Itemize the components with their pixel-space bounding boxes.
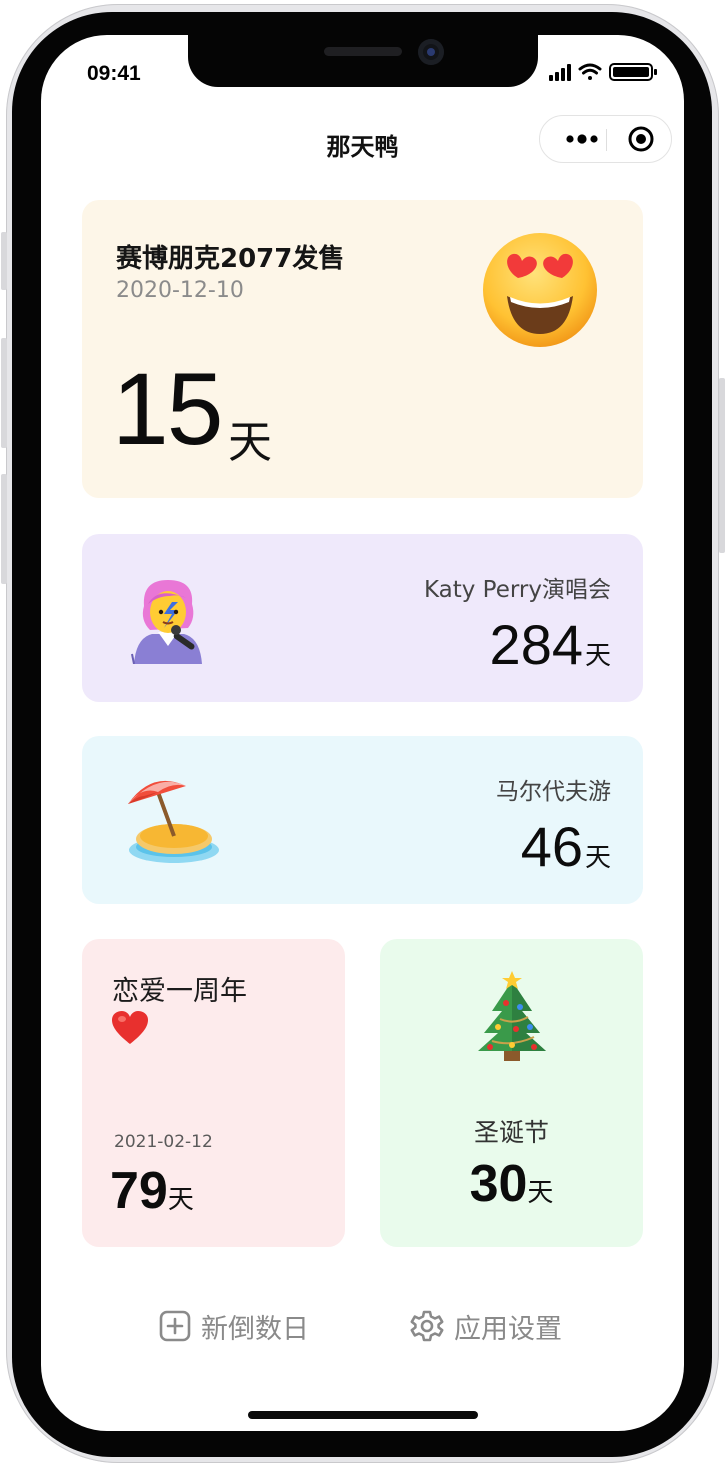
- phone-volume-up-button: [1, 338, 7, 448]
- capsule-divider: [606, 129, 607, 151]
- days-count-row: 79天: [110, 1161, 194, 1221]
- phone-power-button: [719, 378, 725, 553]
- countdown-card-christmas[interactable]: 圣诞节 30天: [380, 939, 643, 1247]
- status-time: 09:41: [87, 62, 141, 85]
- days-unit: 天: [228, 417, 272, 468]
- home-indicator: [248, 1411, 478, 1419]
- days-count: 15: [112, 352, 223, 466]
- days-count: 79: [110, 1162, 168, 1220]
- card-title: 赛博朋克2077发售: [116, 244, 345, 274]
- countdown-card-maldives[interactable]: 马尔代夫游 46天: [82, 736, 643, 904]
- days-count-row: 46天: [521, 814, 611, 879]
- days-count: 284: [489, 613, 583, 676]
- app-settings-label: 应用设置: [454, 1313, 562, 1345]
- card-title: Katy Perry演唱会: [423, 577, 611, 603]
- singer-woman-icon: [131, 580, 202, 664]
- earpiece-speaker: [324, 47, 402, 56]
- phone-volume-down-button: [1, 474, 7, 584]
- card-title: 马尔代夫游: [496, 779, 611, 805]
- app-settings-button[interactable]: 应用设置: [410, 1305, 562, 1347]
- card-title: 恋爱一周年: [112, 976, 247, 1007]
- new-countdown-button[interactable]: 新倒数日: [159, 1305, 309, 1347]
- more-dots-icon[interactable]: [560, 116, 604, 162]
- app-screen: 09:41 那天鸭 赛博朋克2077发售 2020-12-10 15 天 Kat…: [41, 35, 684, 1431]
- heart-eyes-face-icon: [483, 233, 597, 347]
- mini-program-capsule: [539, 115, 672, 163]
- countdown-card-cyberpunk[interactable]: 赛博朋克2077发售 2020-12-10 15 天: [82, 200, 643, 498]
- card-title: 圣诞节: [473, 1118, 549, 1147]
- wifi-icon: [578, 63, 602, 80]
- front-camera: [418, 39, 444, 65]
- status-icons: [549, 63, 657, 81]
- plus-square-icon: [159, 1310, 191, 1342]
- camera-notch: [188, 35, 538, 87]
- days-count-row: 30天: [380, 1154, 643, 1214]
- days-unit: 天: [527, 1178, 554, 1208]
- christmas-tree-icon: [478, 971, 546, 1061]
- phone-action-button: [1, 232, 7, 290]
- card-date: 2021-02-12: [114, 1132, 213, 1152]
- cellular-signal-icon: [549, 64, 571, 81]
- new-countdown-label: 新倒数日: [201, 1313, 309, 1345]
- days-unit: 天: [584, 641, 611, 671]
- gear-icon: [410, 1310, 444, 1342]
- days-unit: 天: [167, 1185, 194, 1215]
- days-unit: 天: [584, 843, 611, 873]
- battery-icon: [609, 63, 657, 81]
- card-date: 2020-12-10: [116, 278, 244, 303]
- red-heart-icon: [112, 1011, 148, 1044]
- days-count: 30: [469, 1155, 528, 1213]
- days-count-row: 284天: [490, 612, 611, 677]
- countdown-card-katy-perry[interactable]: Katy Perry演唱会 284天: [82, 534, 643, 702]
- days-count: 46: [520, 815, 583, 878]
- countdown-card-anniversary[interactable]: 恋爱一周年 2021-02-12 79天: [82, 939, 345, 1247]
- beach-umbrella-island-icon: [128, 780, 219, 863]
- close-target-icon[interactable]: [624, 116, 658, 162]
